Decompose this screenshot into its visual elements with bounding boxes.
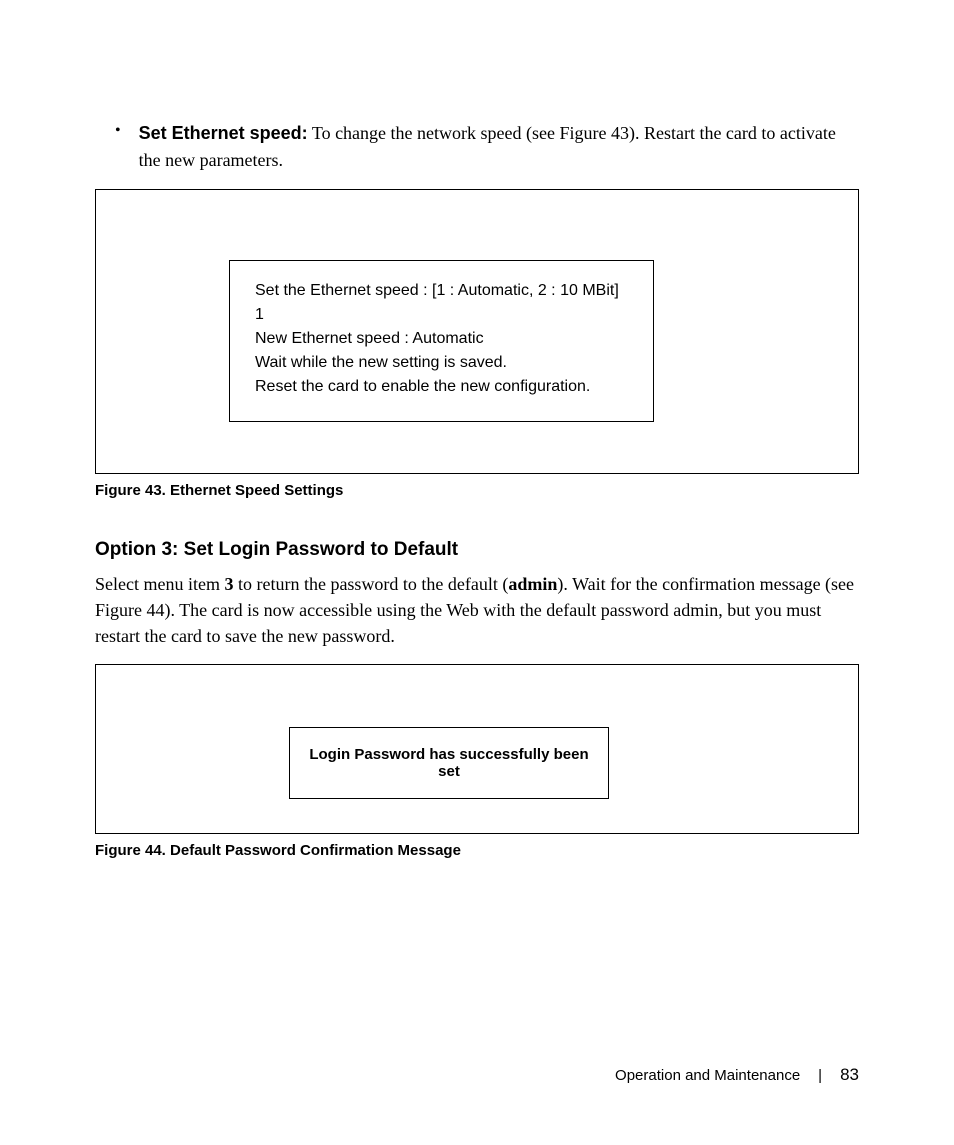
section-body: Select menu item 3 to return the passwor… xyxy=(95,571,859,649)
figure-44-box: Login Password has successfully been set xyxy=(289,727,609,799)
page-number: 83 xyxy=(840,1065,859,1085)
bullet-text: Set Ethernet speed: To change the networ… xyxy=(139,120,859,174)
body-text-d: admin xyxy=(508,574,557,594)
fig44-message: Login Password has successfully been set xyxy=(304,746,594,780)
figure-44-caption: Figure 44. Default Password Confirmation… xyxy=(95,842,859,859)
bullet-item: • Set Ethernet speed: To change the netw… xyxy=(115,120,859,174)
fig43-line: Reset the card to enable the new configu… xyxy=(255,375,628,399)
figure-43-caption: Figure 43. Ethernet Speed Settings xyxy=(95,482,859,499)
fig43-line: Wait while the new setting is saved. xyxy=(255,351,628,375)
fig43-line: 1 xyxy=(255,303,628,327)
footer-section: Operation and Maintenance xyxy=(615,1067,800,1084)
figure-43-box: Set the Ethernet speed : [1 : Automatic,… xyxy=(229,260,654,422)
section-heading: Option 3: Set Login Password to Default xyxy=(95,539,859,561)
footer-divider: | xyxy=(818,1067,822,1084)
bullet-label: Set Ethernet speed: xyxy=(139,123,308,143)
fig43-line: Set the Ethernet speed : [1 : Automatic,… xyxy=(255,279,628,303)
figure-44-container: Login Password has successfully been set xyxy=(95,664,859,834)
page-footer: Operation and Maintenance | 83 xyxy=(615,1065,859,1085)
bullet-icon: • xyxy=(115,120,121,174)
body-text-c: to return the password to the default ( xyxy=(233,574,508,594)
figure-43-container: Set the Ethernet speed : [1 : Automatic,… xyxy=(95,189,859,474)
fig43-line: New Ethernet speed : Automatic xyxy=(255,327,628,351)
document-page: • Set Ethernet speed: To change the netw… xyxy=(0,0,954,859)
body-text-a: Select menu item xyxy=(95,574,224,594)
